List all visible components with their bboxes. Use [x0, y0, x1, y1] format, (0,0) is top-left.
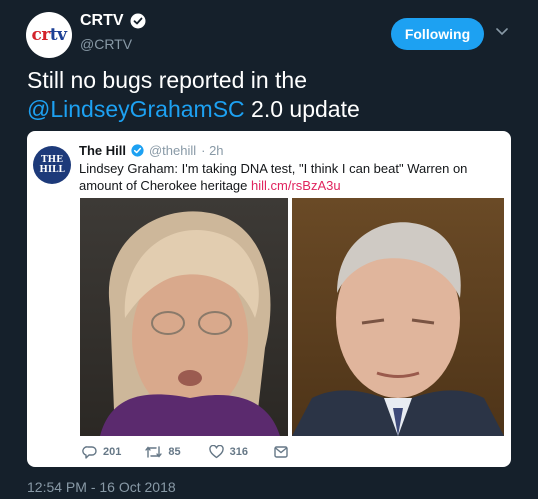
- quoted-tweet-card[interactable]: THE HILL The Hill @thehill · 2h Lindsey …: [27, 131, 511, 467]
- like-icon: [208, 445, 224, 459]
- quoted-name[interactable]: The Hill: [79, 143, 126, 158]
- tweet-text-before: Still no bugs reported in the: [27, 67, 308, 93]
- retweet-icon: [145, 446, 163, 458]
- photo-right[interactable]: [292, 198, 504, 436]
- retweet-action[interactable]: 85: [145, 445, 181, 459]
- message-icon: [274, 446, 288, 458]
- tweet-text-after: 2.0 update: [244, 96, 360, 122]
- verified-badge-icon: [130, 13, 146, 29]
- like-action[interactable]: 316: [208, 445, 248, 459]
- account-handle[interactable]: @CRTV: [80, 36, 132, 52]
- avatar-text-cr: cr: [31, 25, 50, 45]
- avatar-text-tv: tv: [49, 25, 67, 45]
- photo-left[interactable]: [80, 198, 288, 436]
- tweet-text: Still no bugs reported in the @LindseyGr…: [27, 66, 497, 124]
- following-button[interactable]: Following: [391, 18, 484, 50]
- retweet-count: 85: [168, 446, 181, 458]
- reply-count: 201: [103, 446, 122, 458]
- logo-line-1: THE: [40, 155, 64, 165]
- display-name[interactable]: CRTV: [80, 12, 124, 30]
- the-hill-logo[interactable]: THE HILL: [33, 146, 71, 184]
- tweet-timestamp[interactable]: 12:54 PM - 16 Oct 2018: [27, 479, 176, 495]
- like-count: 316: [229, 446, 248, 458]
- reply-action[interactable]: 201: [82, 445, 121, 459]
- avatar[interactable]: cr tv: [26, 12, 72, 58]
- quoted-link[interactable]: hill.cm/rsBzA3u: [251, 178, 341, 193]
- quoted-header: The Hill @thehill · 2h: [79, 143, 224, 158]
- quoted-time: · 2h: [201, 143, 224, 158]
- chevron-down-icon[interactable]: [496, 28, 508, 36]
- mention-link[interactable]: @LindseyGrahamSC: [27, 96, 245, 122]
- verified-badge-icon: [131, 144, 144, 157]
- account-name-row: CRTV: [80, 12, 146, 30]
- quoted-text: Lindsey Graham: I'm taking DNA test, "I …: [79, 160, 504, 194]
- reply-icon: [82, 446, 97, 459]
- quoted-actions: 201 85 316: [82, 445, 288, 459]
- quoted-handle[interactable]: @thehill: [149, 143, 196, 158]
- message-action[interactable]: [274, 446, 288, 458]
- logo-line-2: HILL: [39, 165, 65, 175]
